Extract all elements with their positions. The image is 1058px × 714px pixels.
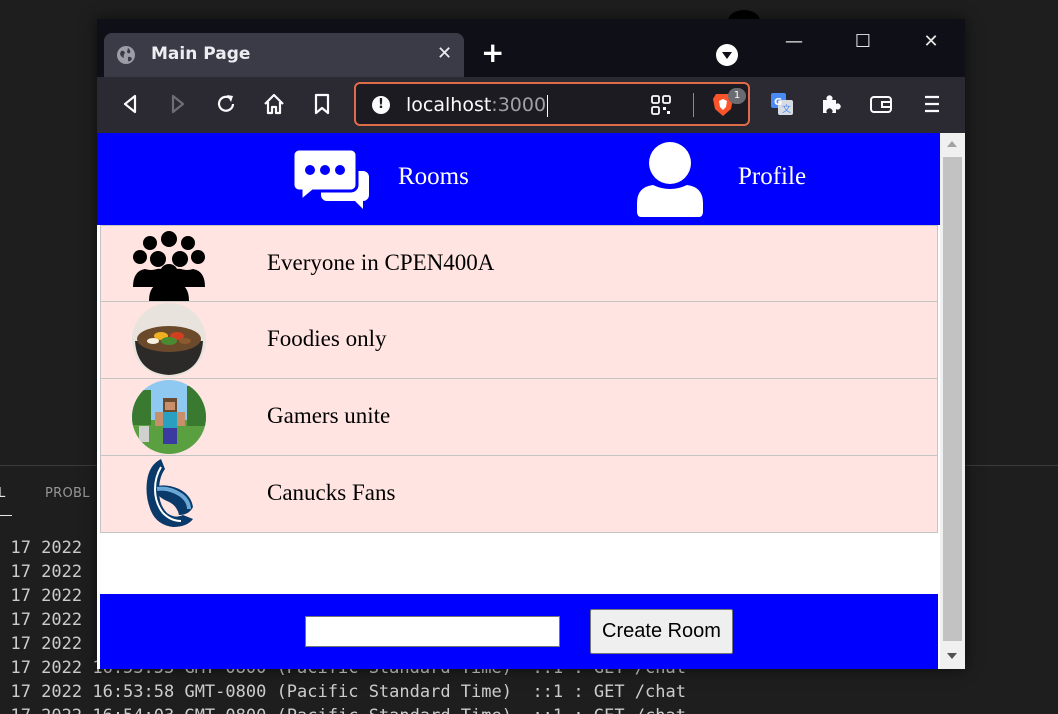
panel-tab-problems[interactable]: PROBL [45,486,90,501]
nav-rooms-link[interactable]: Rooms [293,133,483,225]
terminal-line: n 17 2022 16:53:58 GMT-0800 (Pacific Sta… [0,682,686,702]
scrollbar-thumb[interactable] [943,157,962,641]
nav-profile-link[interactable]: Profile [637,133,817,225]
terminal-line: n 17 2022 16:54:03 GMT-0800 (Pacific Sta… [0,704,686,714]
tab-title: Main Page [151,44,251,64]
close-tab-icon[interactable]: ✕ [437,43,452,64]
close-window-icon[interactable]: ✕ [911,29,951,59]
menu-icon[interactable] [919,91,945,117]
room-name: Canucks Fans [267,480,396,505]
room-name: Foodies only [267,326,387,351]
svg-text:G: G [774,97,782,108]
maximize-icon[interactable]: ☐ [843,29,883,59]
forward-icon[interactable] [165,91,191,117]
back-icon[interactable] [117,91,143,117]
url-text: localhost:3000 [406,94,549,117]
new-tab-icon[interactable]: + [481,39,504,67]
room-item[interactable]: Gamers unite [100,379,938,456]
tab-list-icon[interactable] [716,44,738,66]
panel-tab-terminal[interactable]: L [0,486,6,501]
text-caret [547,94,549,117]
shields-count-badge: 1 [728,88,746,104]
globe-icon [117,46,135,64]
scroll-up-arrow-icon[interactable] [947,141,957,147]
room-list: Everyone in CPEN400A Foodies only Gamers… [100,225,938,533]
wallet-icon[interactable] [868,91,894,117]
qr-code-icon[interactable] [650,94,672,116]
browser-tab[interactable]: Main Page ✕ [104,33,464,77]
site-header: Rooms Profile [97,133,940,225]
page-control: Create Room [100,594,938,669]
page-scrollbar[interactable] [940,133,965,669]
canucks-logo-icon [146,459,193,527]
url-separator [693,93,694,117]
room-item[interactable]: Canucks Fans [100,456,938,533]
user-icon [637,142,703,217]
home-icon[interactable] [261,91,287,117]
scroll-down-arrow-icon[interactable] [947,653,957,659]
panel-tab-active-indicator [0,515,12,516]
url-port: :3000 [491,94,547,116]
extensions-icon[interactable] [818,91,844,117]
nav-profile-label: Profile [738,163,807,190]
page-viewport: Rooms Profile Everyone in CPEN400A Foodi… [97,133,940,669]
url-host: localhost [406,94,492,116]
bookmark-icon[interactable] [309,91,335,117]
reload-icon[interactable] [213,91,239,117]
room-name-input[interactable] [305,616,560,647]
room-item[interactable]: Foodies only [100,302,938,379]
title-bar: Main Page ✕ + — ☐ ✕ [97,19,965,77]
create-room-button[interactable]: Create Room [590,609,733,654]
minecraft-icon [132,380,206,454]
room-item[interactable]: Everyone in CPEN400A [100,225,938,302]
food-bowl-icon [132,303,206,377]
chat-bubbles-icon [293,149,369,209]
minimize-icon[interactable]: — [774,29,814,59]
browser-window: Main Page ✕ + — ☐ ✕ localhost:3000 [97,19,965,669]
nav-rooms-label: Rooms [398,163,469,190]
navigation-toolbar: localhost:3000 1 G 文 [97,77,965,133]
room-name: Everyone in CPEN400A [267,250,495,275]
translate-icon[interactable]: G 文 [769,91,795,117]
site-info-icon[interactable] [372,96,390,114]
address-bar[interactable]: localhost:3000 1 [354,82,750,126]
group-icon [133,231,205,301]
svg-text:文: 文 [782,103,791,115]
room-name: Gamers unite [267,403,391,428]
